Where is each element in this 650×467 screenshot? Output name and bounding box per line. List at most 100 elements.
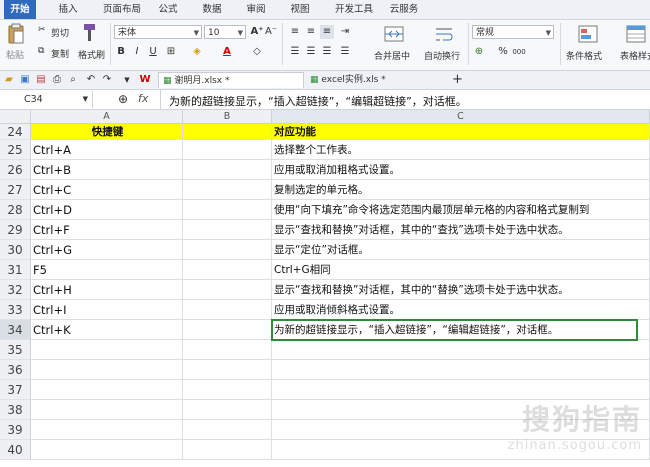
select-all-corner[interactable] xyxy=(0,110,31,124)
cell-b[interactable] xyxy=(183,160,272,180)
merge-center-button[interactable]: 合并居中 xyxy=(372,25,416,65)
tab-developer[interactable]: 开发工具 xyxy=(328,0,380,19)
row-header[interactable]: 27 xyxy=(0,180,31,200)
align-center-button[interactable]: ☰ xyxy=(304,45,318,59)
export-pdf-icon[interactable]: ▤ xyxy=(34,73,48,87)
cell-b[interactable] xyxy=(183,320,272,340)
percent-button[interactable]: % xyxy=(496,45,510,59)
doc-tab-inactive[interactable]: ▦ excel实例.xls * xyxy=(306,72,444,88)
function-button[interactable]: fx xyxy=(138,92,148,105)
column-header-c[interactable]: C xyxy=(272,110,650,124)
cell-a[interactable] xyxy=(31,420,183,440)
cell-c[interactable] xyxy=(272,380,650,400)
save-icon[interactable]: ▣ xyxy=(18,73,32,87)
cell-b[interactable] xyxy=(183,400,272,420)
cell-c[interactable] xyxy=(272,360,650,380)
cell-c[interactable]: 选择整个工作表。 xyxy=(272,140,650,160)
doc-tab-active[interactable]: ▦ 谢明月.xlsx * xyxy=(158,72,304,88)
font-size-select[interactable]: 10 ▼ xyxy=(204,25,246,39)
row-header[interactable]: 34 xyxy=(0,320,31,340)
row-header[interactable]: 40 xyxy=(0,440,31,460)
row-header[interactable]: 25 xyxy=(0,140,31,160)
cut-button[interactable]: ✂ 剪切 xyxy=(38,25,78,39)
cell-a[interactable]: Ctrl+A xyxy=(31,140,183,160)
align-middle-button[interactable]: ≡ xyxy=(304,25,318,39)
cell-c[interactable]: 显示“定位”对话框。 xyxy=(272,240,650,260)
undo-icon[interactable]: ↶ xyxy=(84,73,98,87)
align-top-button[interactable]: ≡ xyxy=(288,25,302,39)
row-header[interactable]: 26 xyxy=(0,160,31,180)
font-name-select[interactable]: 宋体 ▼ xyxy=(114,25,202,39)
cell-c[interactable]: 复制选定的单元格。 xyxy=(272,180,650,200)
header-cell-b[interactable] xyxy=(183,124,272,140)
cell-b[interactable] xyxy=(183,220,272,240)
tab-cloud[interactable]: 云服务 xyxy=(384,0,424,19)
cell-b[interactable] xyxy=(183,200,272,220)
redo-icon[interactable]: ↷ xyxy=(100,73,114,87)
column-header-a[interactable]: A xyxy=(31,110,183,124)
cell-a[interactable]: Ctrl+F xyxy=(31,220,183,240)
cell-a[interactable]: Ctrl+C xyxy=(31,180,183,200)
bold-button[interactable]: B xyxy=(114,45,128,59)
row-header[interactable]: 33 xyxy=(0,300,31,320)
cell-a[interactable]: Ctrl+K xyxy=(31,320,183,340)
italic-button[interactable]: I xyxy=(130,45,144,59)
cell-b[interactable] xyxy=(183,300,272,320)
formula-input[interactable]: 为新的超链接显示，“插入超链接”，“编辑超链接”，对话框。 xyxy=(160,90,650,109)
underline-button[interactable]: U xyxy=(146,45,160,59)
row-header[interactable]: 24 xyxy=(0,124,31,140)
cell-a[interactable] xyxy=(31,440,183,460)
wrap-text-button[interactable]: 自动换行 xyxy=(422,25,466,65)
column-header-b[interactable]: B xyxy=(183,110,272,124)
zoom-search-icon[interactable]: ⊕ xyxy=(118,92,128,106)
cell-b[interactable] xyxy=(183,340,272,360)
align-bottom-button[interactable]: ≡ xyxy=(320,25,334,39)
number-format-select[interactable]: 常规 ▼ xyxy=(472,25,554,39)
justify-button[interactable]: ☰ xyxy=(338,45,352,59)
cell-b[interactable] xyxy=(183,440,272,460)
cell-c[interactable]: 显示“查找和替换”对话框，其中的“查找”选项卡处于选中状态。 xyxy=(272,220,650,240)
cell-c[interactable]: 显示“查找和替换”对话框，其中的“替换”选项卡处于选中状态。 xyxy=(272,280,650,300)
copy-button[interactable]: ⧉ 复制 xyxy=(38,46,74,60)
cell-c[interactable] xyxy=(272,340,650,360)
clear-format-button[interactable]: ◇ xyxy=(250,45,264,59)
cell-b[interactable] xyxy=(183,420,272,440)
currency-button[interactable]: ⊕ xyxy=(472,45,486,59)
table-style-button[interactable]: 表格样式 xyxy=(616,25,650,65)
align-left-button[interactable]: ☰ xyxy=(288,45,302,59)
new-tab-button[interactable]: + xyxy=(448,72,464,88)
cell-a[interactable] xyxy=(31,380,183,400)
open-icon[interactable]: ▰ xyxy=(2,73,16,87)
row-header[interactable]: 35 xyxy=(0,340,31,360)
cell-a[interactable]: F5 xyxy=(31,260,183,280)
thousands-button[interactable]: 000 xyxy=(512,45,526,59)
align-right-button[interactable]: ☰ xyxy=(320,45,334,59)
row-header[interactable]: 28 xyxy=(0,200,31,220)
header-cell-a[interactable]: 快捷键 xyxy=(31,124,183,140)
print-preview-icon[interactable]: ⌕ xyxy=(66,73,80,87)
tab-review[interactable]: 审阅 xyxy=(240,0,272,19)
cell-c[interactable]: 使用“向下填充”命令将选定范围内最顶层单元格的内容和格式复制到 xyxy=(272,200,650,220)
cell-a[interactable]: Ctrl+H xyxy=(31,280,183,300)
cell-a[interactable]: Ctrl+B xyxy=(31,160,183,180)
name-box[interactable]: C34 ▼ xyxy=(0,91,93,108)
cell-b[interactable] xyxy=(183,180,272,200)
tab-page-layout[interactable]: 页面布局 xyxy=(96,0,148,19)
font-color-button[interactable]: A xyxy=(220,45,234,59)
row-header[interactable]: 30 xyxy=(0,240,31,260)
format-painter-button[interactable]: 格式刷 xyxy=(78,23,105,63)
cell-a[interactable]: Ctrl+D xyxy=(31,200,183,220)
grow-font-button[interactable]: A⁺ xyxy=(250,25,264,39)
cell-c[interactable]: 为新的超链接显示，“插入超链接”，“编辑超链接”，对话框。 xyxy=(272,320,650,340)
tab-insert[interactable]: 插入 xyxy=(52,0,84,19)
cell-c[interactable]: 应用或取消加粗格式设置。 xyxy=(272,160,650,180)
cell-b[interactable] xyxy=(183,280,272,300)
cell-c[interactable]: Ctrl+G相同 xyxy=(272,260,650,280)
fill-color-button[interactable]: ◈ xyxy=(190,45,204,59)
cell-a[interactable] xyxy=(31,340,183,360)
tab-view[interactable]: 视图 xyxy=(284,0,316,19)
indent-button[interactable]: ⇥ xyxy=(338,25,352,39)
row-header[interactable]: 37 xyxy=(0,380,31,400)
header-cell-c[interactable]: 对应功能 xyxy=(272,124,650,140)
row-header[interactable]: 36 xyxy=(0,360,31,380)
